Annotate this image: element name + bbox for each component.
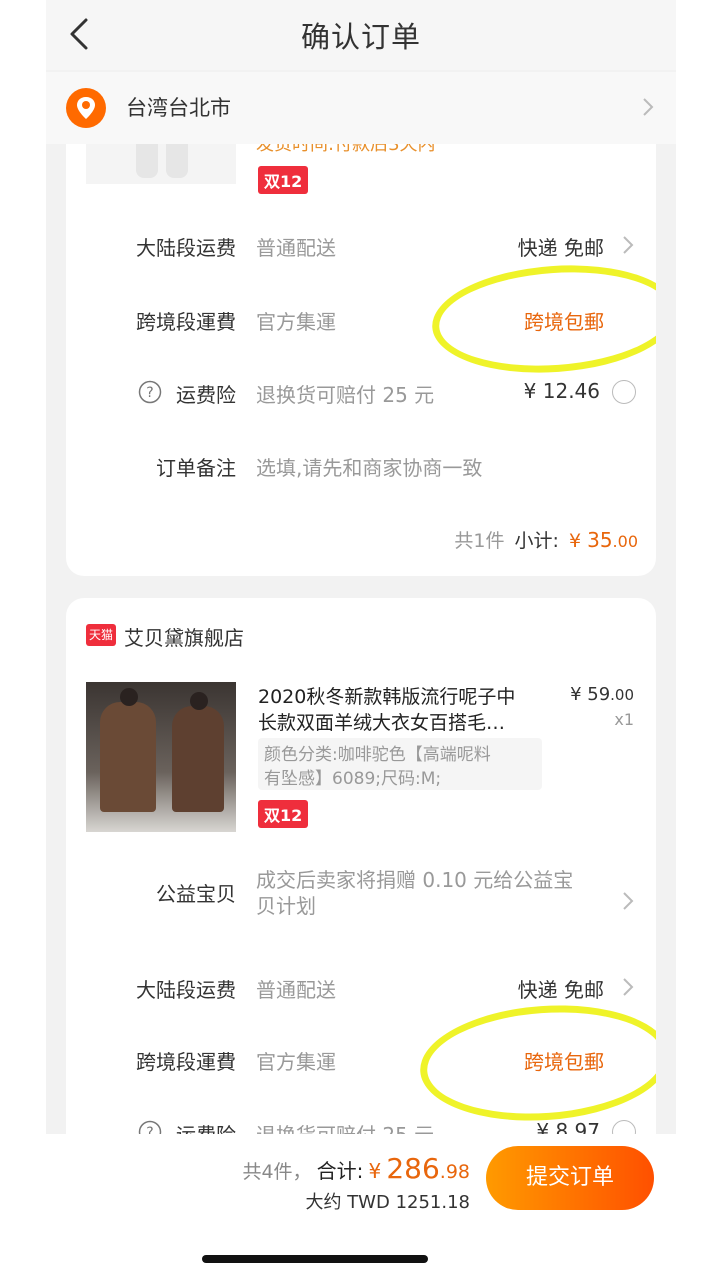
double12-tag: 双12 xyxy=(258,800,309,828)
total-label: 合计: xyxy=(316,1159,364,1183)
row-label: 公益宝贝 xyxy=(156,882,236,906)
row-value: 普通配送 xyxy=(256,978,336,1002)
chevron-right-icon xyxy=(623,892,634,910)
row-label: 跨境段運費 xyxy=(136,310,236,334)
row-value: 退换货可赔付 25 元 xyxy=(256,383,435,407)
chevron-right-icon xyxy=(623,236,634,254)
tmall-badge: 天猫 xyxy=(86,624,116,646)
page-title: 确认订单 xyxy=(300,20,421,54)
shipping-method: 快递 免邮 xyxy=(517,236,604,260)
insurance-price: ¥ 12.46 xyxy=(523,379,600,403)
highlight-annotation xyxy=(428,257,656,381)
total-int: 286 xyxy=(386,1152,440,1185)
nav-header: 确认订单 xyxy=(46,0,676,70)
address-bar[interactable]: 台湾台北市 xyxy=(46,72,676,144)
total-count: 共4件， xyxy=(242,1161,312,1183)
home-indicator xyxy=(202,1255,428,1263)
row-label: 订单备注 xyxy=(156,456,236,480)
double12-tag: 双12 xyxy=(258,166,309,194)
row-label: 大陆段运费 xyxy=(136,236,236,260)
spec-line2: 有坠感】6089;尺码:M; xyxy=(264,769,442,789)
subtotal-currency: ¥ xyxy=(568,530,582,552)
chevron-right-icon xyxy=(623,978,634,996)
help-icon[interactable]: ? xyxy=(138,380,162,404)
order-note-input[interactable]: 选填,请先和商家协商一致 xyxy=(256,452,482,481)
row-label: 跨境段運費 xyxy=(136,1050,236,1074)
total-line: 共4件， 合计: ¥ 286.98 xyxy=(242,1152,470,1185)
approx-twd: 大约 TWD 1251.18 xyxy=(305,1192,470,1213)
row-value: 官方集運 xyxy=(256,1050,336,1074)
product-spec: 颜色分类:咖啡驼色【高端呢料 有坠感】6089;尺码:M; xyxy=(258,738,542,790)
phone-screen: 发货时间:付款后3天内 双12 大陆段运费 普通配送 快递 免邮 跨境段運費 官… xyxy=(46,0,676,1280)
product-title-line1: 2020秋冬新款韩版流行呢子中 xyxy=(258,686,516,708)
insurance-radio[interactable] xyxy=(612,380,636,404)
subtotal-label: 小计: xyxy=(514,530,559,552)
svg-text:?: ? xyxy=(146,385,153,401)
charity-line1: 成交后卖家将捐赠 0.10 元给公益宝 xyxy=(256,868,574,892)
submit-order-button[interactable]: 提交订单 xyxy=(486,1146,654,1210)
highlight-annotation xyxy=(416,997,656,1129)
row-label: 运费险 xyxy=(176,383,236,407)
row-label: 大陆段运费 xyxy=(136,978,236,1002)
subtotal-dec: .00 xyxy=(612,532,638,551)
order-card-1: 发货时间:付款后3天内 双12 大陆段运费 普通配送 快递 免邮 跨境段運費 官… xyxy=(66,100,656,576)
row-value: 官方集運 xyxy=(256,310,336,334)
price-int: ¥ 59 xyxy=(570,684,611,705)
total-currency: ¥ xyxy=(368,1159,382,1183)
chevron-right-icon xyxy=(643,98,654,116)
store-name: 艾贝黛旗舰店 xyxy=(124,626,244,650)
price-dec: .00 xyxy=(610,686,634,704)
product-title-line2: 长款双面羊绒大衣女百搭毛… xyxy=(258,712,506,734)
product-qty: x1 xyxy=(614,710,634,729)
shipping-method: 快递 免邮 xyxy=(517,978,604,1002)
product-price: ¥ 59.00 xyxy=(570,684,634,705)
row-value: 普通配送 xyxy=(256,236,336,260)
subtotal-int: 35 xyxy=(587,528,613,552)
charity-line2: 贝计划 xyxy=(256,894,316,918)
location-pin-icon xyxy=(66,88,106,128)
order-card-2: 天猫 艾贝黛旗舰店 2020秋冬新款韩版流行呢子中 长款双面羊绒大衣女百搭毛… … xyxy=(66,598,656,1158)
product-image[interactable] xyxy=(86,682,236,832)
total-dec: .98 xyxy=(439,1161,470,1183)
address-text: 台湾台北市 xyxy=(126,96,231,120)
subtotal-summary: 共1件 小计: ¥ 35.00 xyxy=(454,526,638,553)
item-count: 共1件 xyxy=(454,530,505,552)
spec-line1: 颜色分类:咖啡驼色【高端呢料 xyxy=(264,745,491,765)
